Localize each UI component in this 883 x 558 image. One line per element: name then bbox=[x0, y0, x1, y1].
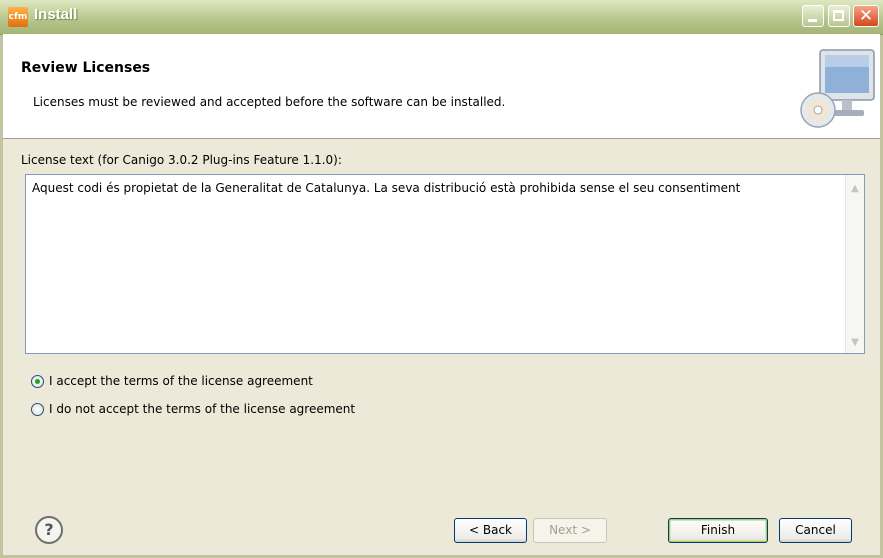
maximize-icon bbox=[833, 10, 844, 21]
next-button[interactable]: Next > bbox=[533, 518, 607, 543]
finish-button[interactable]: Finish bbox=[668, 518, 768, 543]
back-button[interactable]: < Back bbox=[454, 518, 527, 543]
scroll-up-icon[interactable]: ▲ bbox=[847, 181, 863, 197]
license-text-area[interactable]: Aquest codi és propietat de la Generalit… bbox=[25, 174, 865, 354]
page-title: Review Licenses bbox=[21, 60, 151, 76]
title-bar[interactable]: cfm Install ✕ bbox=[0, 0, 883, 35]
accept-label[interactable]: I accept the terms of the license agreem… bbox=[49, 374, 313, 388]
license-text: Aquest codi és propietat de la Generalit… bbox=[32, 181, 741, 195]
minimize-icon bbox=[808, 19, 817, 22]
app-icon: cfm bbox=[8, 7, 28, 27]
decline-option[interactable]: I do not accept the terms of the license… bbox=[31, 402, 355, 416]
decline-label[interactable]: I do not accept the terms of the license… bbox=[49, 402, 355, 416]
window-title: Install bbox=[34, 6, 78, 23]
close-icon: ✕ bbox=[858, 6, 874, 26]
monitor-cd-icon bbox=[800, 49, 875, 128]
install-dialog: cfm Install ✕ Review Licenses Licenses m… bbox=[0, 0, 883, 558]
minimize-button[interactable] bbox=[802, 5, 824, 27]
license-scrollbar[interactable]: ▲ ▼ bbox=[845, 175, 864, 353]
accept-option[interactable]: I accept the terms of the license agreem… bbox=[31, 374, 313, 388]
wizard-header: Review Licenses Licenses must be reviewe… bbox=[3, 34, 880, 139]
accept-radio[interactable] bbox=[31, 374, 44, 388]
license-text-label: License text (for Canigo 3.0.2 Plug-ins … bbox=[21, 153, 342, 167]
scroll-down-icon[interactable]: ▼ bbox=[847, 335, 863, 351]
decline-radio[interactable] bbox=[31, 402, 44, 416]
maximize-button[interactable] bbox=[828, 5, 850, 27]
page-description: Licenses must be reviewed and accepted b… bbox=[33, 95, 506, 109]
close-button[interactable]: ✕ bbox=[853, 5, 879, 27]
cancel-button[interactable]: Cancel bbox=[779, 518, 852, 543]
help-icon[interactable]: ? bbox=[35, 516, 63, 544]
